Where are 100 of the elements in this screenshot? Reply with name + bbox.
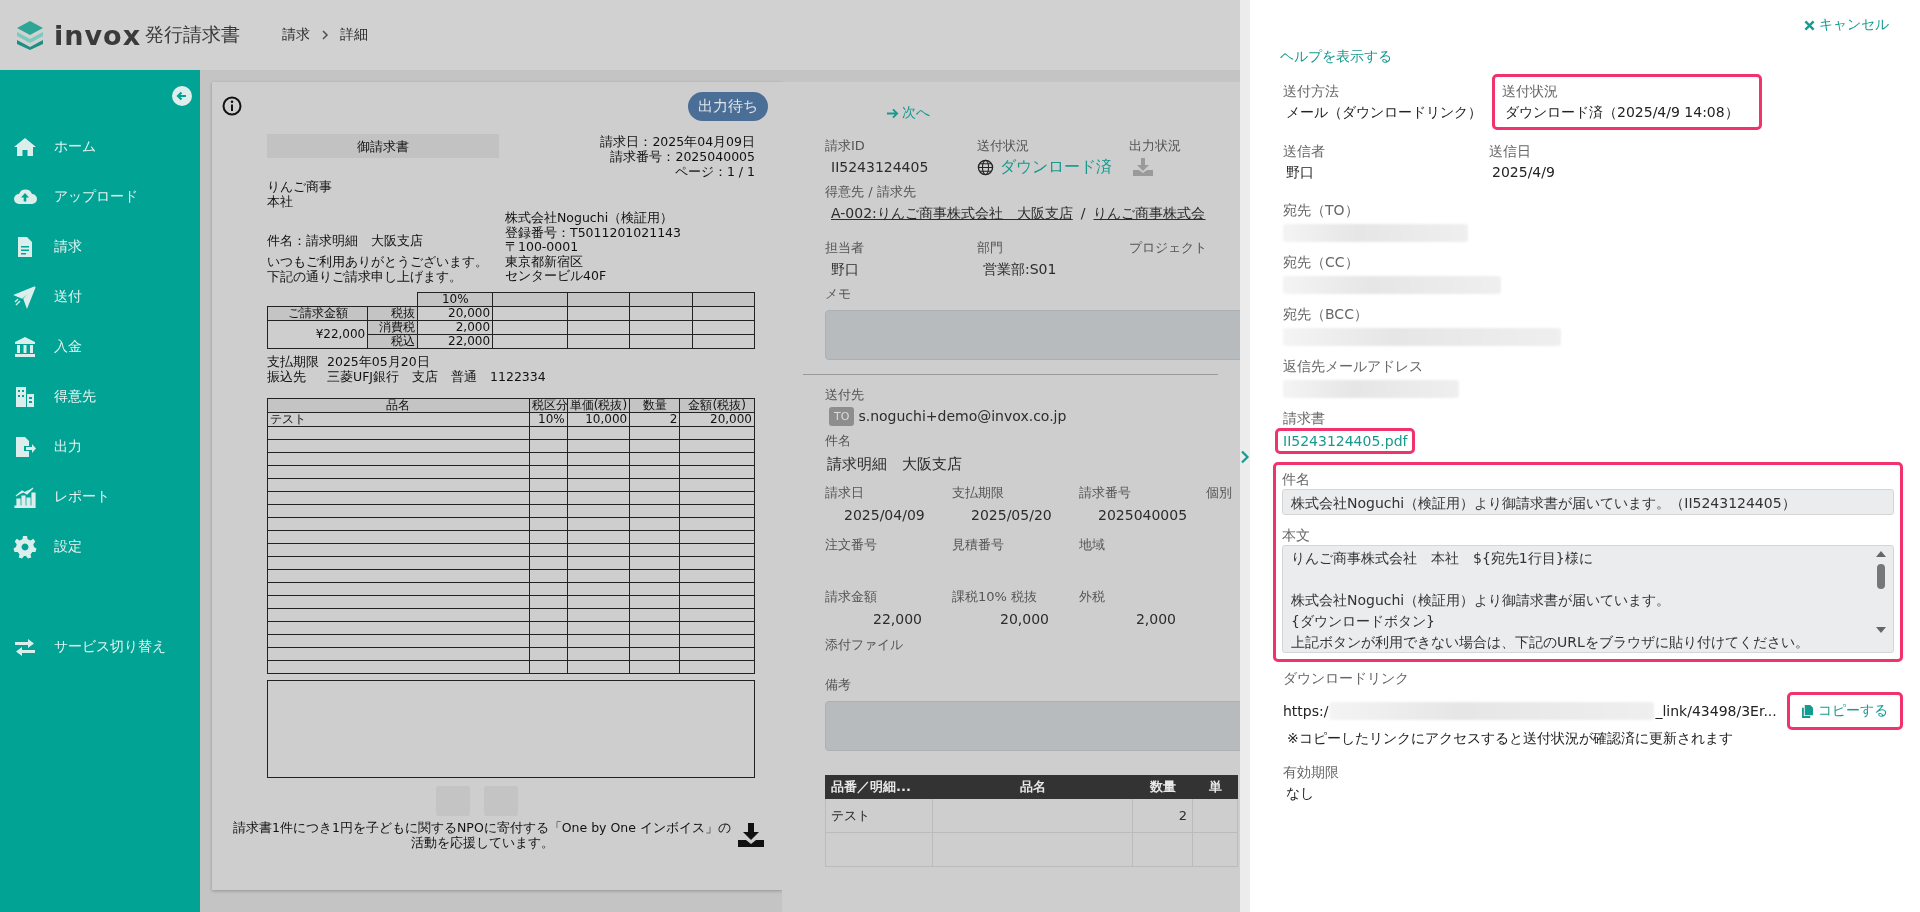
- greeting-text: いつもご利用ありがとうございます。: [267, 253, 488, 269]
- field-label: 請求ID: [825, 137, 865, 155]
- copy-button[interactable]: コピーする: [1786, 692, 1903, 730]
- status-badge: 出力待ち: [688, 91, 768, 121]
- field-label: 請求日: [825, 484, 864, 502]
- field-label: 地域: [1079, 536, 1105, 554]
- home-icon: [13, 135, 37, 159]
- table-header-cell: 単価(税抜): [567, 398, 630, 412]
- nav-item[interactable]: サービス切り替え: [0, 622, 200, 672]
- field-value: 請求明細 大阪支店: [827, 454, 962, 475]
- nav-item[interactable]: アップロード: [0, 172, 200, 222]
- field-value: なし: [1286, 784, 1314, 803]
- separator-text: /: [1080, 204, 1086, 223]
- table-header-cell: 品名: [267, 398, 530, 412]
- field-value: 2025040005: [1098, 506, 1188, 525]
- document-title: 御請求書: [267, 134, 499, 158]
- greeting-text: 下記の通りご請求申し上げます。: [267, 268, 462, 284]
- building-icon: [13, 385, 37, 409]
- field-value: 22,000: [872, 610, 922, 629]
- status-link[interactable]: ダウンロード済: [1000, 156, 1112, 178]
- pdf-link[interactable]: II5243124405.pdf: [1275, 428, 1416, 454]
- issuer-line: 登録番号：T5011201021143: [505, 225, 682, 240]
- field-label: 請求番号: [1079, 484, 1131, 502]
- next-link[interactable]: 次へ: [886, 104, 930, 122]
- help-link[interactable]: ヘルプを表示する: [1280, 48, 1392, 66]
- breadcrumb-item[interactable]: 請求: [282, 26, 311, 44]
- payment-label: 支払期限: [267, 353, 320, 369]
- payment-label: 振込先: [267, 368, 307, 384]
- field-label: プロジェクト: [1129, 239, 1207, 257]
- body-field[interactable]: りんご商事株式会社 本社 ${宛先1行目}様に 株式会社Noguchi（検証用）より御請求書が届いています。 {ダウンロードボタン} 上記ボタンが利用できない場合は、下記のURLをブラウザに貼り付けてください。: [1282, 545, 1894, 653]
- field-label: 送信者: [1283, 142, 1326, 161]
- memo-field[interactable]: [825, 310, 1240, 360]
- field-label: 外税: [1079, 588, 1105, 606]
- table-cell: ¥22,000: [267, 320, 368, 348]
- field-label: 部門: [977, 239, 1003, 257]
- field-label: 個別: [1206, 484, 1232, 502]
- customer-link[interactable]: りんご商事株式会: [1093, 202, 1206, 224]
- recipient-tag: TO: [829, 406, 855, 426]
- customer-link[interactable]: A-002:りんご商事株式会社 大阪支店: [831, 202, 1073, 224]
- bar-chart-icon: [13, 485, 37, 509]
- bank-icon: [13, 335, 37, 359]
- field-label: 返信先メールアドレス: [1283, 357, 1424, 376]
- field-label: 課税10% 税抜: [952, 588, 1038, 606]
- table-header-cell: 10%: [417, 292, 493, 306]
- field-label: 宛先（TO）: [1283, 201, 1360, 220]
- nav-item[interactable]: 得意先: [0, 372, 200, 422]
- issuer-line: センタービル40F: [505, 269, 607, 284]
- table-header-cell: 数量: [1132, 775, 1193, 799]
- field-value: 2025/05/20: [971, 506, 1052, 525]
- nav-item[interactable]: 送付: [0, 272, 200, 322]
- settings-icon: [13, 535, 37, 559]
- recipient-email: s.noguchi+demo@invox.co.jp: [858, 407, 1067, 426]
- close-icon: [1803, 19, 1815, 31]
- table-cell: 22,000: [417, 334, 493, 348]
- nav-item[interactable]: レポート: [0, 472, 200, 522]
- field-value: 2025/4/9: [1492, 163, 1556, 182]
- nav-item[interactable]: ホーム: [0, 122, 200, 172]
- download-icon: [1133, 158, 1153, 176]
- customer-name: りんご商事: [267, 179, 332, 194]
- field-label: 有効期限: [1283, 763, 1339, 782]
- field-label: ダウンロードリンク: [1283, 669, 1409, 688]
- info-icon[interactable]: [222, 96, 242, 116]
- download-icon[interactable]: [738, 822, 764, 847]
- table-cell: 2,000: [417, 320, 493, 334]
- table-header-cell: ご請求金額: [267, 306, 368, 320]
- stacked-layers-icon: [14, 19, 46, 51]
- chevron-right-icon[interactable]: [1240, 450, 1250, 464]
- issuer-line: 〒100-0001: [505, 240, 579, 255]
- field-label: 見積番号: [952, 536, 1004, 554]
- issuer-line: 東京都新宿区: [505, 254, 583, 269]
- field-label: 件名: [825, 432, 851, 450]
- logo-text: invox: [54, 19, 142, 51]
- remarks-field[interactable]: [825, 701, 1240, 751]
- document-meta: 請求日：2025年04月09日: [600, 134, 755, 149]
- table-header-cell: 品名: [932, 775, 1133, 799]
- nav-item[interactable]: 設定: [0, 522, 200, 572]
- nav-item[interactable]: 出力: [0, 422, 200, 472]
- field-label: 送付先: [825, 386, 864, 404]
- field-label: 注文番号: [825, 536, 877, 554]
- arrow-right-icon: [886, 106, 899, 120]
- field-label: 得意先 / 請求先: [825, 183, 916, 201]
- nav-item[interactable]: 請求: [0, 222, 200, 272]
- document-subject: 件名：請求明細 大阪支店: [267, 232, 423, 248]
- field-label: 備考: [825, 676, 851, 694]
- field-label: 出力状況: [1129, 137, 1181, 155]
- field-value: 野口: [1286, 163, 1315, 182]
- table-header-cell: 単: [1192, 775, 1238, 799]
- table-header-cell: 品番／明細...: [825, 775, 933, 799]
- table-cell: 10%: [529, 412, 568, 426]
- table-header-cell: 金額(税抜): [679, 398, 755, 412]
- subject-field[interactable]: 株式会社Noguchi（検証用）より御請求書が届いています。（II5243124405）: [1282, 489, 1894, 515]
- paper-plane-icon: [13, 285, 37, 309]
- nav-item[interactable]: 入金: [0, 322, 200, 372]
- globe-icon: [977, 158, 994, 176]
- field-label: 請求書: [1283, 409, 1325, 428]
- field-label: 本文: [1282, 526, 1311, 545]
- field-label: 送付方法: [1283, 82, 1340, 101]
- payment-value: 三菱UFJ銀行 支店 普通 1122334: [327, 368, 546, 384]
- cancel-button[interactable]: キャンセル: [1803, 16, 1889, 34]
- url-text: https:/: [1283, 703, 1329, 719]
